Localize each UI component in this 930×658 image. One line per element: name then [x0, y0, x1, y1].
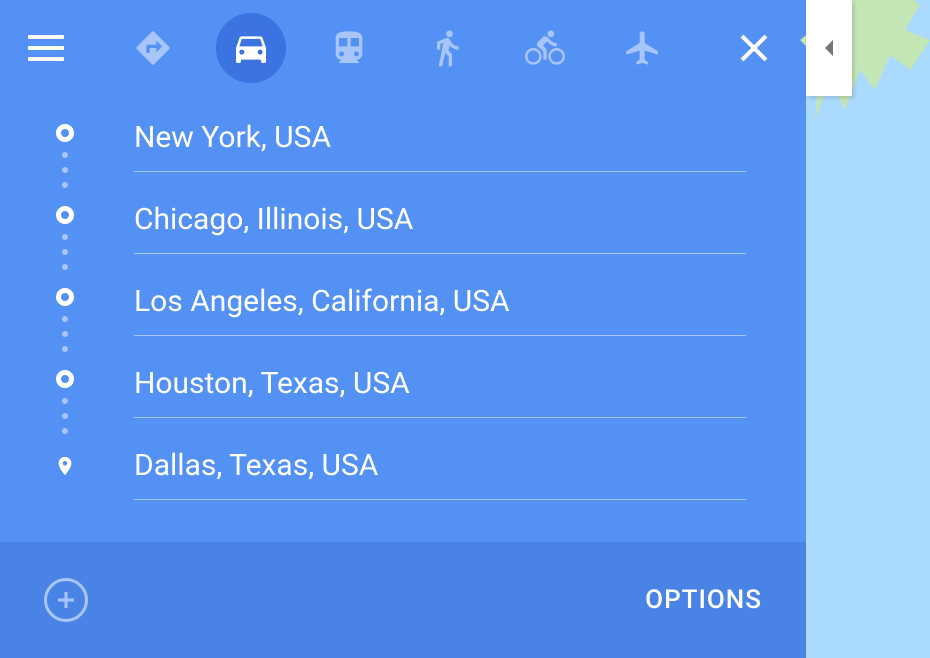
map-canvas[interactable]	[806, 0, 930, 658]
route-dots-icon	[62, 388, 68, 444]
waypoint-input[interactable]	[134, 198, 746, 254]
route-dots-icon	[62, 142, 68, 198]
waypoint-row	[50, 116, 746, 198]
panel-footer: OPTIONS	[0, 542, 806, 658]
waypoint-row	[50, 280, 746, 362]
driving-tab[interactable]	[216, 13, 286, 83]
waypoint-input[interactable]	[134, 280, 746, 336]
circle-icon	[56, 288, 74, 306]
destination-marker[interactable]	[50, 444, 80, 484]
options-button[interactable]: OPTIONS	[645, 585, 762, 615]
circle-icon	[56, 124, 74, 142]
menu-button[interactable]	[28, 30, 64, 66]
waypoint-marker[interactable]	[50, 280, 80, 362]
waypoint-marker[interactable]	[50, 362, 80, 444]
route-dots-icon	[62, 306, 68, 362]
walking-tab[interactable]	[412, 13, 482, 83]
circle-icon	[56, 370, 74, 388]
topbar	[0, 0, 806, 96]
circle-icon	[56, 206, 74, 224]
directions-icon[interactable]	[118, 13, 188, 83]
waypoint-marker[interactable]	[50, 116, 80, 198]
waypoint-input[interactable]	[134, 362, 746, 418]
waypoints-list	[0, 96, 806, 542]
waypoint-marker[interactable]	[50, 198, 80, 280]
travel-mode-tabs	[118, 13, 678, 83]
route-dots-icon	[62, 224, 68, 280]
collapse-panel-button[interactable]	[806, 0, 852, 96]
close-button[interactable]	[730, 24, 778, 72]
directions-panel: OPTIONS	[0, 0, 806, 658]
waypoint-input[interactable]	[134, 116, 746, 172]
chevron-left-icon	[821, 38, 837, 58]
flights-tab[interactable]	[608, 13, 678, 83]
waypoint-row	[50, 444, 746, 500]
transit-tab[interactable]	[314, 13, 384, 83]
waypoint-input[interactable]	[134, 444, 746, 500]
waypoint-row	[50, 362, 746, 444]
cycling-tab[interactable]	[510, 13, 580, 83]
waypoint-row	[50, 198, 746, 280]
pin-icon	[54, 452, 76, 484]
add-destination-button[interactable]	[44, 578, 88, 622]
